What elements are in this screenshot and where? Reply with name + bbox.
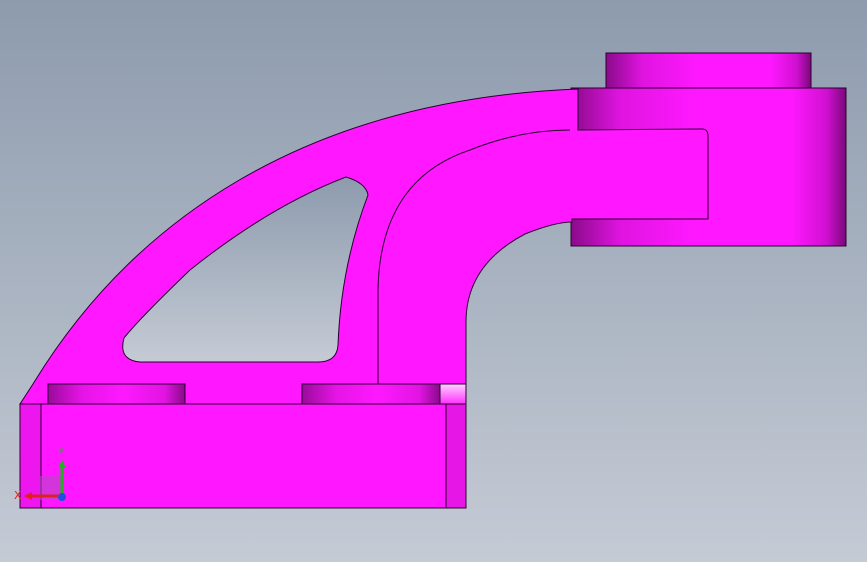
3d-model-view[interactable]: X Y [0, 0, 867, 562]
base-boss-middle [301, 383, 441, 405]
base-pin-highlight [439, 383, 467, 405]
base-plate-right-face [445, 403, 467, 509]
base-boss-left [47, 383, 186, 405]
triad-z-origin [58, 493, 66, 501]
triad-y-label: Y [57, 445, 65, 458]
base-plate-left-face [19, 403, 42, 509]
triad-x-label: X [14, 489, 22, 502]
base-plate [19, 403, 467, 509]
graphics-viewport[interactable]: X Y [0, 0, 867, 562]
hub-top-cylinder [605, 52, 812, 89]
